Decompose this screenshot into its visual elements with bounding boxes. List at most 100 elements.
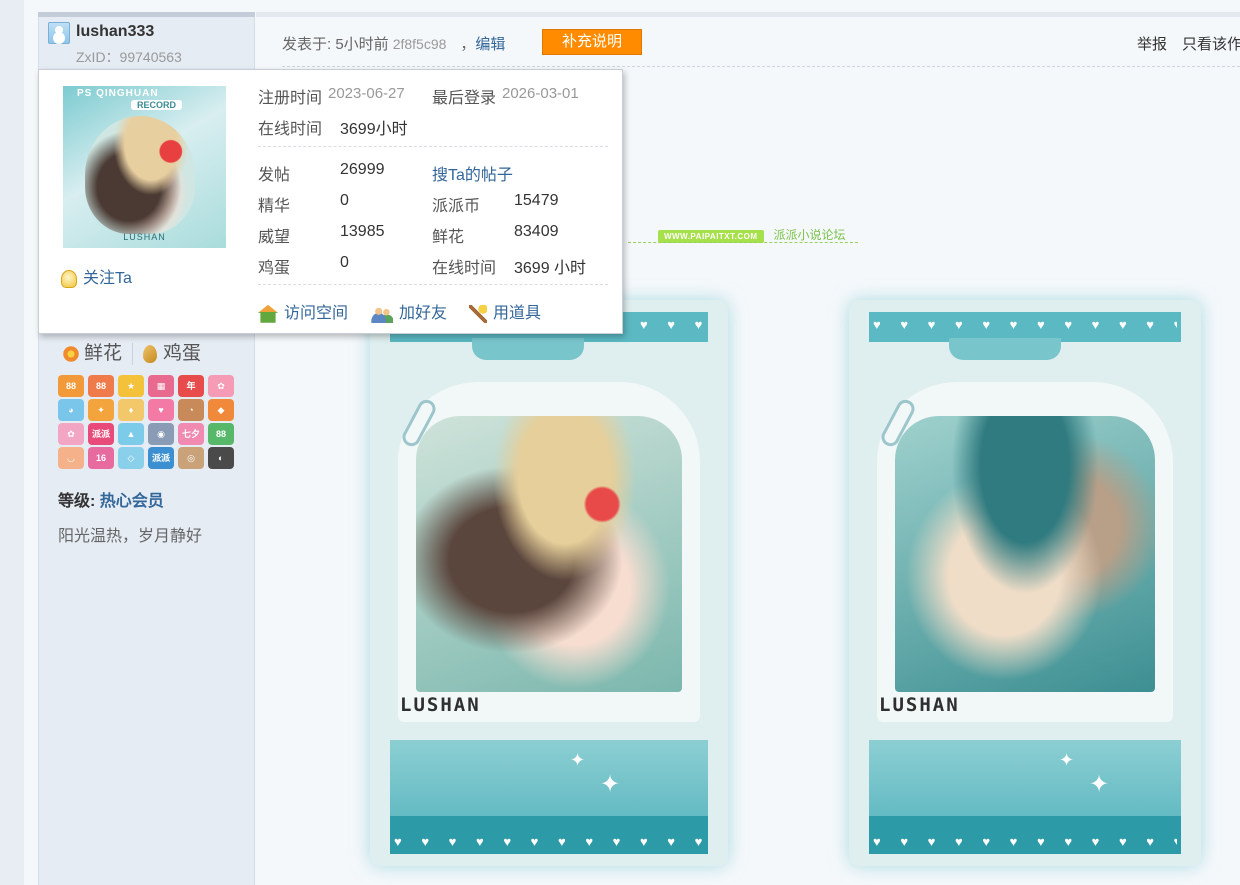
reg-value: 2023-06-27 (328, 85, 405, 102)
online2-value: 3699 小时 (514, 260, 587, 277)
medal-icon[interactable]: ✦ (88, 399, 114, 421)
flower-icon (62, 344, 80, 363)
online2-label: 在线时间 (432, 260, 497, 277)
forum-banner: WWW.PAIPAITXT.COM 派派小说论坛 (628, 226, 858, 246)
level-label: 等级: (58, 493, 96, 510)
sparkle-icon: ✦ (600, 771, 621, 798)
add-friend-link[interactable]: 加好友 (371, 299, 447, 323)
house-icon (258, 304, 278, 323)
medal-icon[interactable]: ◎ (178, 447, 204, 469)
flowers-value: 83409 (514, 223, 559, 240)
popup-divider (258, 284, 608, 285)
medal-grid: 88 88 ★ ▦ 年 ✿ ◕ ✦ ♦ ♥ ◔ ◆ ✿ 派派 ▲ ◉ 七夕 88 ◡ 16 ◇ 派派 ◎ ◐ (58, 375, 238, 471)
medal-icon[interactable]: ◉ (148, 423, 174, 445)
medal-icon[interactable]: 88 (88, 375, 114, 397)
user-zxid: ZxID：99740563 (76, 49, 182, 65)
banner-forum-name: 派派小说论坛 (773, 228, 846, 242)
coins-value: 15479 (514, 192, 559, 209)
medal-icon[interactable]: ◆ (208, 399, 234, 421)
egg-icon (143, 344, 158, 363)
avatar-illustration (85, 116, 195, 234)
card-tab (472, 338, 584, 360)
meta-divider (282, 66, 1240, 67)
medal-icon[interactable]: ◐ (208, 447, 234, 469)
sparkle-icon: ✦ (1089, 771, 1110, 798)
follow-button[interactable]: 关注Ta (61, 264, 132, 288)
avatar-badge: RECORD (131, 100, 183, 110)
magic-wand-icon (469, 304, 487, 323)
only-view-author-link[interactable]: 只看该作 (1182, 33, 1240, 54)
medal-icon[interactable]: ◡ (58, 447, 84, 469)
medal-icon[interactable]: ▦ (148, 375, 174, 397)
medal-icon[interactable]: ♥ (148, 399, 174, 421)
sparkle-icon: ✦ (570, 750, 586, 770)
card-tab (949, 338, 1061, 360)
card-bottom-hearts: ♥ ♥ ♥ ♥ ♥ ♥ ♥ ♥ ♥ ♥ ♥ ♥ ♥ (394, 834, 704, 849)
medal-icon[interactable]: 年 (178, 375, 204, 397)
edit-link[interactable]: 编辑 (475, 36, 505, 53)
post-image-1[interactable]: ♥ ♥ ♥ ♥ ♥ ♥ ♥ ♥ ♥ ♥ ♥ ♥ ♥ LUSHAN ♥ ♥ ♥ ♥… (370, 300, 728, 866)
coins-label: 派派币 (432, 198, 481, 215)
sidebar-actions: 鲜花 鸡蛋 (62, 338, 201, 365)
level-link[interactable]: 热心会员 (100, 493, 164, 510)
supplement-button[interactable]: 补充说明 (542, 29, 642, 55)
sidebar-top-bar (38, 12, 255, 17)
user-level: 等级: 热心会员 (58, 487, 164, 511)
medal-icon[interactable]: 16 (88, 447, 114, 469)
card-top-hearts: ♥ ♥ ♥ ♥ ♥ ♥ ♥ ♥ ♥ ♥ ♥ ♥ ♥ (873, 317, 1177, 332)
report-link[interactable]: 举报 (1137, 33, 1167, 54)
eggs-label: 鸡蛋 (258, 260, 291, 277)
last-login-label: 最后登录 (432, 90, 497, 107)
avatar-signature: LUSHAN (123, 232, 166, 242)
medal-icon[interactable]: 七夕 (178, 423, 204, 445)
digest-label: 精华 (258, 198, 291, 215)
popup-avatar[interactable]: PS QINGHUAN RECORD LUSHAN (63, 86, 226, 248)
medal-icon[interactable]: ◇ (118, 447, 144, 469)
post-meta: 发表于: 5小时前 2f8f5c98 ，编辑 (282, 33, 505, 54)
card-bottom-hearts: ♥ ♥ ♥ ♥ ♥ ♥ ♥ ♥ ♥ ♥ ♥ ♥ ♥ (873, 834, 1177, 849)
follow-label: 关注Ta (83, 270, 132, 287)
card-photo (416, 416, 682, 692)
flowers-label: 鲜花 (432, 229, 465, 246)
post-comma: ， (460, 36, 476, 53)
reg-label: 注册时间 (258, 90, 323, 107)
post-image-2[interactable]: ♥ ♥ ♥ ♥ ♥ ♥ ♥ ♥ ♥ ♥ ♥ ♥ ♥ LUSHAN ♥ ♥ ♥ ♥… (849, 300, 1201, 866)
posts-label: 发帖 (258, 167, 291, 184)
online-value: 3699小时 (340, 121, 408, 138)
use-item-link[interactable]: 用道具 (469, 299, 541, 323)
visit-space-label: 访问空间 (284, 305, 349, 322)
medal-icon[interactable]: ◕ (58, 399, 84, 421)
user-signature: 阳光温热，岁月静好 (58, 528, 203, 545)
medal-icon[interactable]: ✿ (208, 375, 234, 397)
search-posts-link[interactable]: 搜Ta的帖子 (432, 161, 513, 185)
medal-icon[interactable]: ▲ (118, 423, 144, 445)
post-time: 发表于: 5小时前 (282, 36, 389, 53)
add-friend-label: 加好友 (399, 305, 448, 322)
visit-space-link[interactable]: 访问空间 (258, 299, 348, 323)
prestige-value: 13985 (340, 223, 385, 240)
username[interactable]: lushan333 (76, 23, 154, 41)
card-signature: LUSHAN (879, 694, 960, 716)
popup-divider (258, 146, 608, 147)
use-item-label: 用道具 (493, 305, 542, 322)
lightbulb-icon (61, 269, 77, 288)
egg-action[interactable]: 鸡蛋 (143, 343, 201, 364)
medal-icon[interactable]: 88 (58, 375, 84, 397)
medal-icon[interactable]: 派派 (148, 447, 174, 469)
medal-icon[interactable]: ◔ (178, 399, 204, 421)
digest-value: 0 (340, 192, 349, 209)
card-signature: LUSHAN (400, 694, 481, 716)
medal-icon[interactable]: ★ (118, 375, 144, 397)
user-info-popup: PS QINGHUAN RECORD LUSHAN 关注Ta 注册时间 2023… (38, 69, 623, 334)
flower-action[interactable]: 鲜花 (62, 343, 122, 364)
medal-icon[interactable]: 派派 (88, 423, 114, 445)
last-login-value: 2026-03-01 (502, 85, 579, 102)
eggs-value: 0 (340, 254, 349, 271)
user-avatar-icon[interactable] (48, 22, 70, 44)
action-separator (132, 342, 134, 365)
medal-icon[interactable]: ♦ (118, 399, 144, 421)
banner-dotted-line (628, 242, 858, 243)
medal-icon[interactable]: 88 (208, 423, 234, 445)
medal-icon[interactable]: ✿ (58, 423, 84, 445)
left-gutter (0, 0, 24, 885)
